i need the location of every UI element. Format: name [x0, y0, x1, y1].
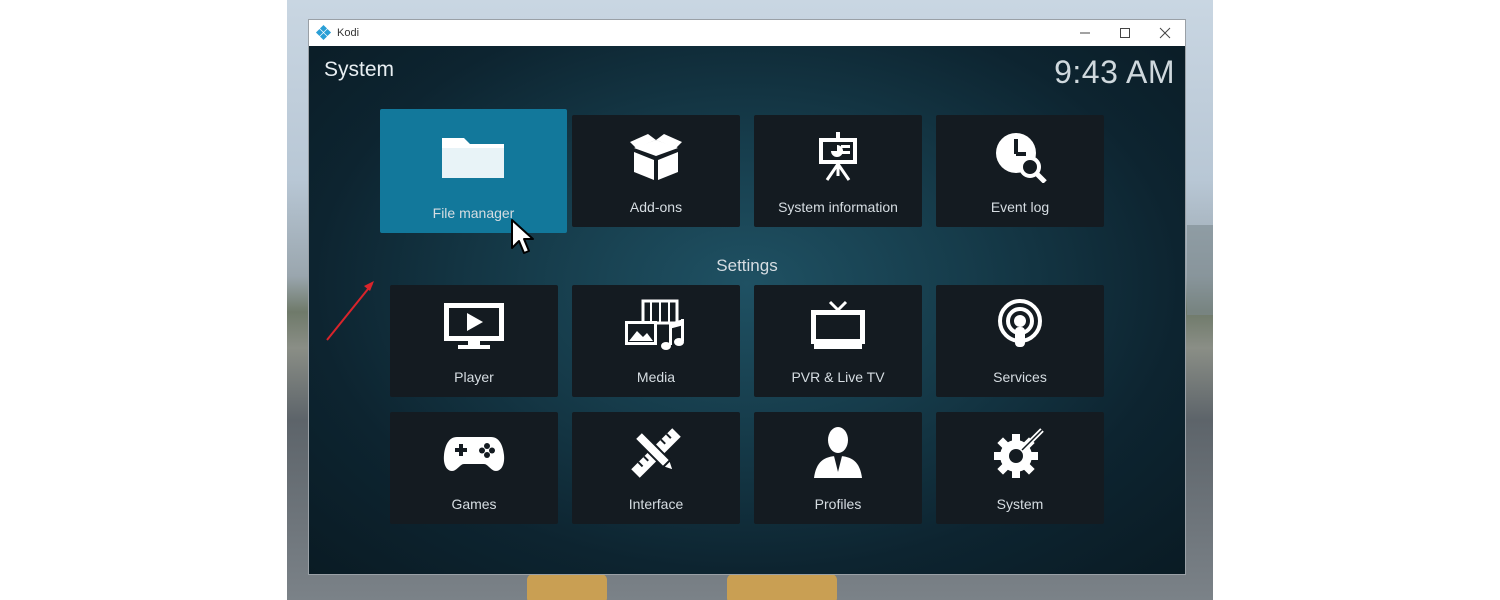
tile-player[interactable]: Player [390, 285, 558, 397]
tv-icon [754, 299, 922, 353]
mouse-cursor-icon [511, 219, 534, 254]
tile-label: Player [454, 369, 494, 385]
gears-icon [936, 426, 1104, 480]
clock: 9:43 AM [1054, 54, 1175, 90]
tile-games[interactable]: Games [390, 412, 558, 524]
close-button[interactable] [1145, 20, 1185, 46]
tile-add-ons[interactable]: Add-ons [572, 115, 740, 227]
kodi-window: Kodi System 9:43 AM File manager Add-ons… [309, 20, 1185, 574]
tile-label: Profiles [814, 496, 862, 512]
tile-label: Services [993, 369, 1047, 385]
wallpaper-hill [1187, 225, 1213, 315]
tile-label: Interface [628, 496, 684, 512]
tile-file-manager[interactable]: File manager [380, 109, 567, 233]
tile-label: PVR & Live TV [791, 369, 885, 385]
tile-label: Event log [990, 199, 1050, 215]
window-titlebar[interactable]: Kodi [309, 20, 1185, 46]
maximize-button[interactable] [1105, 20, 1145, 46]
kodi-logo-icon [315, 24, 332, 41]
tile-label: File manager [432, 205, 515, 221]
tile-media[interactable]: Media [572, 285, 740, 397]
minimize-button[interactable] [1065, 20, 1105, 46]
road-stripe [727, 574, 837, 600]
user-profile-icon [754, 426, 922, 480]
podcast-broadcast-icon [936, 299, 1104, 353]
tile-profiles[interactable]: Profiles [754, 412, 922, 524]
tile-label: Games [451, 496, 497, 512]
tile-pvr-live-tv[interactable]: PVR & Live TV [754, 285, 922, 397]
pencil-ruler-icon [572, 426, 740, 480]
open-box-icon [572, 129, 740, 183]
annotation-arrow-icon [326, 281, 374, 341]
tile-label: System [996, 496, 1044, 512]
tile-event-log[interactable]: Event log [936, 115, 1104, 227]
window-title: Kodi [337, 27, 360, 39]
presentation-board-icon [754, 129, 922, 183]
tile-label: Media [636, 369, 676, 385]
kodi-main-area: System 9:43 AM File manager Add-ons Syst… [309, 46, 1185, 574]
page-title: System [324, 58, 395, 81]
media-collage-icon [572, 299, 740, 353]
road-stripe [527, 574, 607, 600]
section-label-settings: Settings [716, 256, 778, 275]
gamepad-icon [390, 426, 558, 480]
tile-label: Add-ons [629, 199, 683, 215]
tile-services[interactable]: Services [936, 285, 1104, 397]
monitor-play-icon [390, 299, 558, 353]
close-icon [1159, 27, 1171, 39]
tile-label: System information [778, 199, 898, 215]
tile-system-information[interactable]: System information [754, 115, 922, 227]
minimize-icon [1080, 32, 1090, 34]
clock-search-icon [936, 129, 1104, 183]
maximize-icon [1120, 28, 1130, 38]
folder-icon [380, 129, 567, 183]
tile-interface[interactable]: Interface [572, 412, 740, 524]
tile-system[interactable]: System [936, 412, 1104, 524]
